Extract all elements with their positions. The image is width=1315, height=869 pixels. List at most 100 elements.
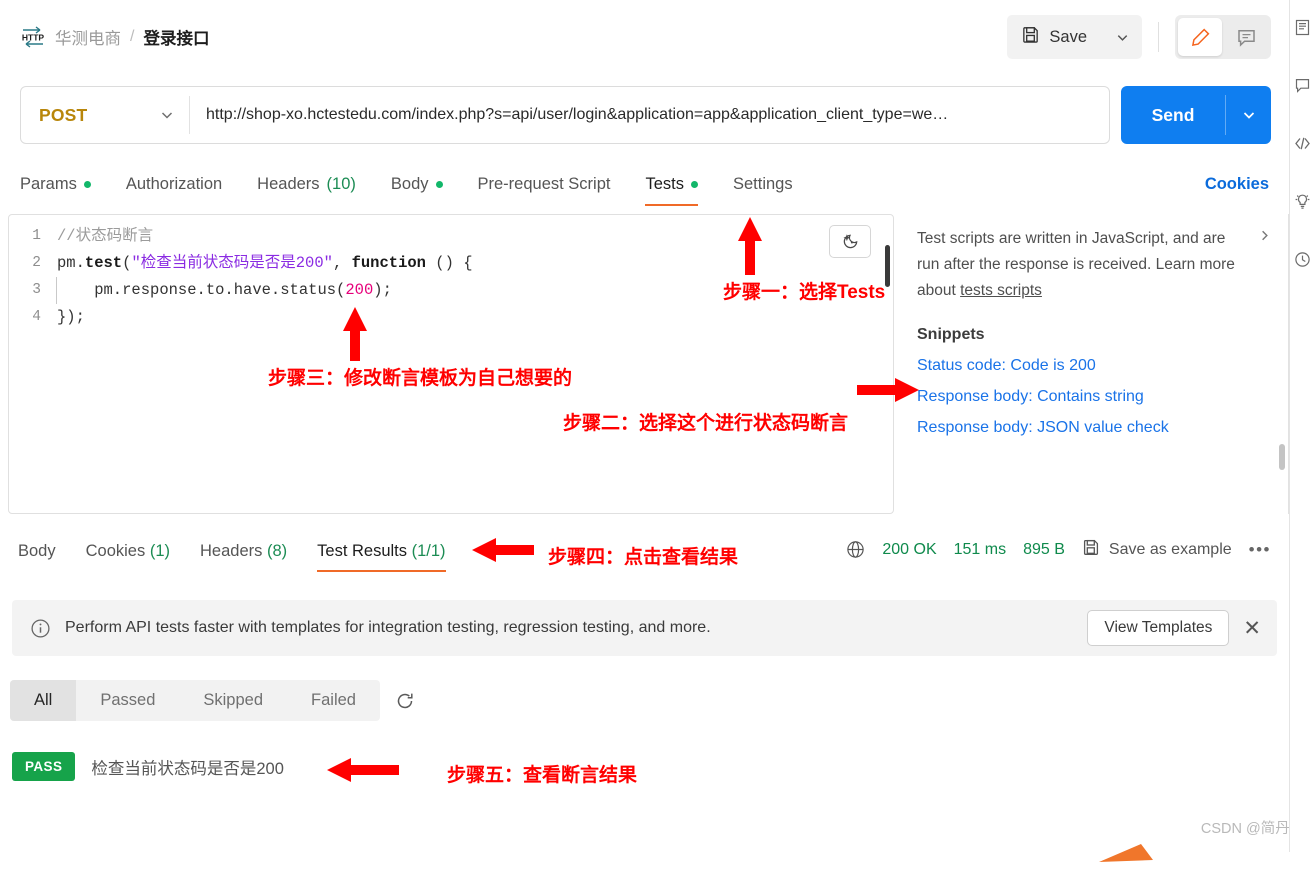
annotation-arrow-step5: [325, 757, 401, 783]
comments-icon[interactable]: [1294, 76, 1312, 94]
snippets-title: Snippets: [917, 326, 985, 343]
save-group: Save: [1007, 15, 1142, 59]
response-tab-headers-count: (8): [266, 542, 288, 560]
templates-info-banner: Perform API tests faster with templates …: [12, 600, 1277, 656]
tests-editor-area: 1 //状态码断言 2 pm.test("检查当前状态码是否是200", fun…: [8, 214, 1289, 514]
tests-description: Test scripts are written in JavaScript, …: [917, 226, 1237, 304]
save-as-example-label: Save as example: [1108, 540, 1232, 558]
side-panel-scrollbar[interactable]: [1279, 444, 1285, 470]
annotation-arrow-step2: [855, 377, 921, 403]
tab-params[interactable]: Params: [20, 175, 108, 206]
snippet-json-value-check[interactable]: Response body: JSON value check: [917, 419, 1272, 437]
code-token: pm.: [57, 254, 85, 272]
filter-passed[interactable]: Passed: [76, 680, 179, 721]
chevron-right-icon[interactable]: [1257, 228, 1272, 248]
code-line: 4 });: [9, 304, 893, 331]
test-result-row: PASS 检查当前状态码是否是200: [12, 752, 284, 781]
view-templates-button[interactable]: View Templates: [1087, 610, 1230, 646]
url-text: http://shop-xo.hctestedu.com/index.php?s…: [206, 106, 949, 123]
filter-failed[interactable]: Failed: [287, 680, 380, 721]
tab-headers[interactable]: Headers (10): [257, 175, 373, 206]
filter-all[interactable]: All: [10, 680, 77, 721]
filter-skipped[interactable]: Skipped: [179, 680, 287, 721]
beautify-magic-wand-button[interactable]: [829, 225, 871, 258]
response-tab-cookies-label: Cookies: [85, 542, 146, 560]
http-method-select[interactable]: POST: [21, 87, 189, 143]
annotation-step3: 步骤三：修改断言模板为自己想要的: [268, 368, 573, 389]
save-as-example-button[interactable]: Save as example: [1082, 538, 1232, 561]
edit-pencil-button[interactable]: [1178, 18, 1222, 56]
code-token: ,: [332, 254, 352, 272]
snippet-status-code[interactable]: Status code: Code is 200: [917, 357, 1272, 375]
http-method-label: POST: [39, 104, 88, 125]
info-bulb-icon[interactable]: [1294, 192, 1312, 210]
cookies-link[interactable]: Cookies: [1205, 175, 1269, 206]
more-options-icon[interactable]: •••: [1249, 540, 1271, 560]
response-tab-body-label: Body: [18, 542, 56, 560]
comment-button[interactable]: [1224, 18, 1268, 56]
tab-authorization[interactable]: Authorization: [126, 175, 239, 206]
documentation-icon[interactable]: [1294, 18, 1312, 36]
code-snippet-icon[interactable]: [1294, 134, 1312, 152]
breadcrumb-separator: /: [130, 28, 135, 45]
save-dropdown-button[interactable]: [1102, 15, 1142, 59]
response-tab-test-results[interactable]: Test Results (1/1): [317, 542, 446, 572]
save-button[interactable]: Save: [1007, 15, 1102, 59]
request-tabs: Params Authorization Headers (10) Body P…: [0, 158, 1289, 206]
header-divider: [1158, 22, 1159, 52]
tab-tests-dot: [690, 181, 698, 188]
editor-scrollbar[interactable]: [885, 245, 890, 287]
annotation-arrow-step1: [735, 215, 765, 277]
line-content: });: [57, 304, 85, 331]
response-tab-test-results-label: Test Results: [317, 542, 408, 560]
response-tab-headers-label: Headers: [200, 542, 263, 560]
tab-body-dot: [435, 181, 443, 188]
tab-authorization-label: Authorization: [125, 175, 223, 193]
response-tabs: Body Cookies (1) Headers (8) Test Result…: [18, 542, 476, 572]
tab-settings[interactable]: Settings: [733, 175, 810, 206]
close-icon[interactable]: ✕: [1243, 618, 1261, 639]
globe-icon: [846, 540, 865, 559]
status-badge: PASS: [12, 752, 76, 781]
history-clock-icon[interactable]: [1294, 250, 1312, 268]
code-token: //状态码断言: [57, 227, 154, 245]
tab-tests-label: Tests: [645, 175, 684, 193]
annotation-arrow-step3: [340, 305, 370, 363]
line-content: //状态码断言: [57, 223, 153, 250]
code-token: pm.response.to.have.status(: [57, 281, 346, 299]
response-time: 151 ms: [953, 540, 1007, 558]
line-content: pm.response.to.have.status(200);: [56, 277, 392, 304]
chevron-down-icon: [159, 107, 175, 123]
response-tab-headers[interactable]: Headers (8): [200, 542, 287, 572]
annotation-step5: 步骤五：查看断言结果: [447, 765, 638, 786]
floppy-disk-icon: [1082, 538, 1100, 561]
tab-body[interactable]: Body: [391, 175, 460, 206]
tab-tests[interactable]: Tests: [645, 175, 715, 206]
csdn-watermark: CSDN @简丹**: [1200, 821, 1301, 837]
url-input[interactable]: http://shop-xo.hctestedu.com/index.php?s…: [190, 87, 1109, 143]
line-number: 4: [32, 309, 41, 325]
test-result-name: 检查当前状态码是否是200: [91, 759, 284, 778]
snippet-contains-string[interactable]: Response body: Contains string: [917, 388, 1272, 406]
tab-settings-label: Settings: [732, 175, 793, 193]
response-tab-cookies[interactable]: Cookies (1): [86, 542, 170, 572]
tests-scripts-link[interactable]: tests scripts: [960, 282, 1042, 299]
header-actions: Save: [1007, 15, 1271, 59]
send-dropdown-button[interactable]: [1226, 86, 1271, 144]
floppy-disk-icon: [1021, 25, 1040, 49]
right-icon-rail: [1289, 0, 1315, 852]
breadcrumb-request-name[interactable]: 登录接口: [143, 25, 209, 49]
response-tab-body[interactable]: Body: [18, 542, 56, 572]
tests-help-panel: Test scripts are written in JavaScript, …: [907, 214, 1289, 514]
tab-pre-request-script[interactable]: Pre-request Script: [478, 175, 628, 206]
line-number: 1: [32, 228, 41, 244]
response-tab-cookies-count: (1): [149, 542, 170, 560]
code-token: });: [57, 308, 85, 326]
send-button[interactable]: Send: [1121, 86, 1225, 144]
line-number: 2: [32, 255, 41, 271]
breadcrumb-collection[interactable]: 华测电商: [55, 25, 121, 49]
tab-headers-label: Headers: [257, 175, 320, 193]
tab-params-dot: [83, 181, 91, 188]
info-icon: [30, 618, 51, 639]
refresh-icon[interactable]: [392, 688, 418, 714]
